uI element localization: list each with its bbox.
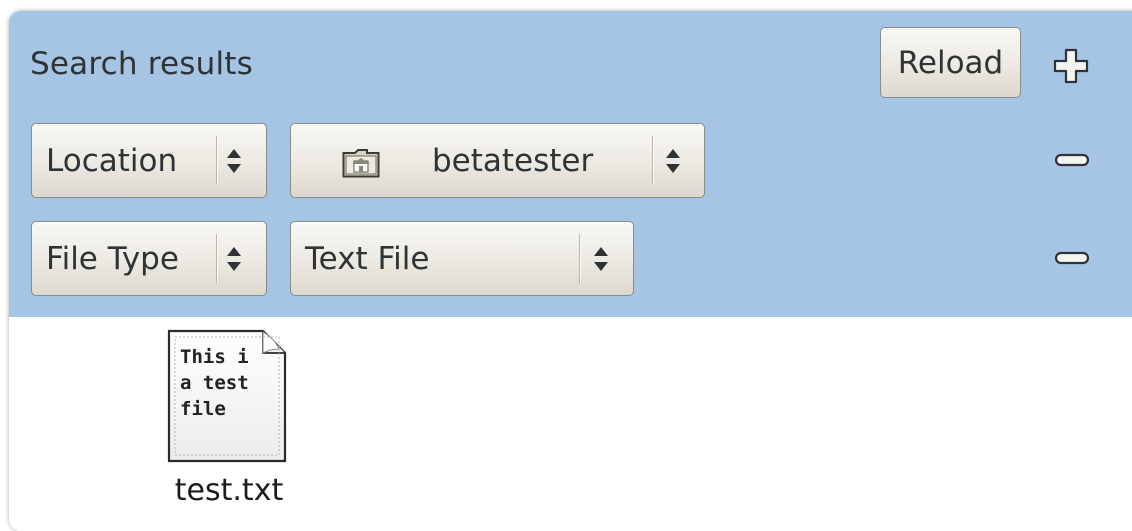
filetype-value-label: Text File xyxy=(305,240,430,277)
criterion-type-select-location[interactable]: Location xyxy=(31,123,267,198)
add-criterion-button[interactable] xyxy=(1052,47,1090,85)
preview-line: This i xyxy=(180,346,249,368)
search-bar: Search results Reload Location betateste… xyxy=(9,11,1132,317)
combo-separator xyxy=(579,234,580,283)
filetype-value-select[interactable]: Text File xyxy=(290,221,634,296)
search-title: Search results xyxy=(30,46,254,82)
location-value-select[interactable]: betatester xyxy=(290,123,705,198)
minus-icon xyxy=(1054,153,1090,167)
combo-separator xyxy=(216,234,217,283)
minus-icon xyxy=(1054,251,1090,265)
results-view: This i a test file test.txt xyxy=(9,317,1132,531)
remove-criterion-button-location[interactable] xyxy=(1054,145,1090,175)
file-name: test.txt xyxy=(174,473,284,508)
location-value-label: betatester xyxy=(432,142,594,179)
text-file-icon: This i a test file xyxy=(167,329,287,463)
remove-criterion-button-filetype[interactable] xyxy=(1054,243,1090,273)
criterion-type-select-filetype[interactable]: File Type xyxy=(31,221,267,296)
updown-arrows-icon xyxy=(663,124,683,197)
updown-arrows-icon xyxy=(224,222,244,295)
preview-line: file xyxy=(180,398,226,420)
combo-separator xyxy=(652,136,653,185)
updown-arrows-icon xyxy=(591,222,611,295)
criterion-type-label: Location xyxy=(46,142,178,179)
criterion-type-label: File Type xyxy=(46,240,179,277)
updown-arrows-icon xyxy=(224,124,244,197)
reload-button[interactable]: Reload xyxy=(880,27,1021,98)
file-item[interactable]: This i a test file test.txt xyxy=(149,325,309,515)
combo-separator xyxy=(216,136,217,185)
home-folder-icon xyxy=(342,148,380,186)
preview-line: a test xyxy=(180,372,249,394)
search-window: Search results Reload Location betateste… xyxy=(9,11,1132,531)
plus-icon xyxy=(1053,48,1089,84)
